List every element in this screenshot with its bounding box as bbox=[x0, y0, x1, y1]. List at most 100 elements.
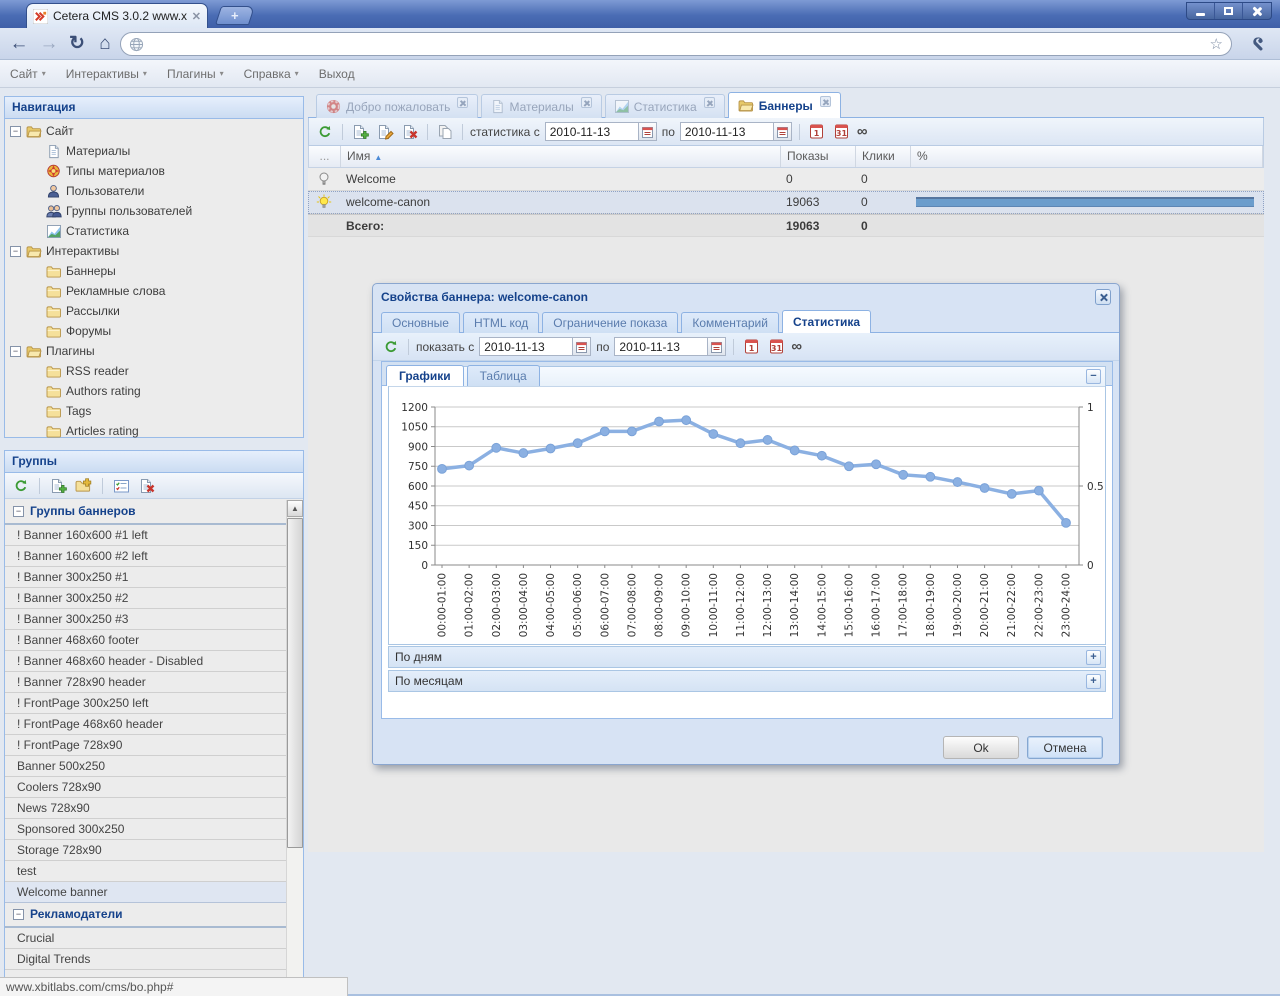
back-button[interactable]: ← bbox=[6, 31, 32, 57]
tree-leaf[interactable]: Authors rating bbox=[5, 381, 303, 401]
column-header-Показы[interactable]: Показы bbox=[781, 146, 856, 167]
tree-leaf[interactable]: Баннеры bbox=[5, 261, 303, 281]
add-button[interactable] bbox=[350, 122, 370, 142]
all-time-button[interactable]: ∞ bbox=[791, 339, 802, 354]
calendar-picker-icon[interactable] bbox=[639, 122, 657, 141]
expand-icon[interactable]: + bbox=[1086, 674, 1101, 689]
reload-button[interactable]: ↻ bbox=[64, 31, 90, 57]
table-row[interactable]: Welcome00 bbox=[308, 168, 1264, 191]
tab-Материалы[interactable]: Материалы bbox=[481, 94, 601, 118]
column-header-...[interactable]: ... bbox=[309, 146, 341, 167]
bookmark-star-icon[interactable]: ☆ bbox=[1210, 35, 1223, 53]
group-list-item[interactable]: News 728x90 bbox=[5, 798, 286, 819]
cancel-button[interactable]: Отмена bbox=[1027, 736, 1103, 759]
groups-scrollbar[interactable]: ▲ ▼ bbox=[286, 500, 303, 995]
date-to-input[interactable] bbox=[614, 337, 708, 356]
tree-node[interactable]: −Интерактивы bbox=[5, 241, 303, 261]
group-list-item[interactable]: Crucial bbox=[5, 928, 286, 949]
restore-button[interactable] bbox=[1215, 3, 1243, 19]
delete-button[interactable] bbox=[137, 476, 157, 496]
calendar-picker-icon[interactable] bbox=[708, 337, 726, 356]
group-list-item[interactable]: test bbox=[5, 861, 286, 882]
tree-leaf[interactable]: Пользователи bbox=[5, 181, 303, 201]
group-list-item[interactable]: Storage 728x90 bbox=[5, 840, 286, 861]
date-from-input[interactable] bbox=[545, 122, 639, 141]
last-day-button[interactable]: 31 bbox=[766, 337, 786, 357]
dialog-tab-Комментарий[interactable]: Комментарий bbox=[681, 312, 779, 333]
group-list-item[interactable]: Banner 500x250 bbox=[5, 756, 286, 777]
scrollbar-thumb[interactable] bbox=[287, 518, 303, 848]
dialog-close-icon[interactable] bbox=[1095, 289, 1111, 305]
tab-close-icon[interactable] bbox=[820, 96, 831, 107]
tree-collapse-icon[interactable]: − bbox=[10, 246, 21, 257]
group-section-header[interactable]: −Группы баннеров bbox=[5, 500, 286, 525]
menu-item-4[interactable]: Справка▾ bbox=[244, 67, 299, 81]
copy-button[interactable] bbox=[435, 122, 455, 142]
edit-button[interactable] bbox=[375, 122, 395, 142]
dialog-tab-Ограничение показа[interactable]: Ограничение показа bbox=[542, 312, 678, 333]
tab-Добро пожаловать[interactable]: Добро пожаловать bbox=[316, 94, 478, 118]
wrench-menu-button[interactable] bbox=[1248, 33, 1272, 55]
dialog-tab-HTML код[interactable]: HTML код bbox=[463, 312, 539, 333]
tree-leaf[interactable]: Форумы bbox=[5, 321, 303, 341]
expand-icon[interactable]: + bbox=[1086, 650, 1101, 665]
tree-leaf[interactable]: Рекламные слова bbox=[5, 281, 303, 301]
home-button[interactable]: ⌂ bbox=[92, 31, 118, 57]
last-day-button[interactable]: 31 bbox=[832, 122, 852, 142]
date-from-input[interactable] bbox=[479, 337, 573, 356]
group-list-item[interactable]: ! Banner 468x60 header - Disabled bbox=[5, 651, 286, 672]
group-list-item[interactable]: Welcome banner bbox=[5, 882, 286, 903]
column-header-Клики[interactable]: Клики bbox=[856, 146, 911, 167]
dialog-tab-Основные[interactable]: Основные bbox=[381, 312, 460, 333]
menu-item-2[interactable]: Интерактивы▾ bbox=[66, 67, 147, 81]
tree-node[interactable]: −Сайт bbox=[5, 121, 303, 141]
tree-leaf[interactable]: Articles rating bbox=[5, 421, 303, 441]
menu-item-3[interactable]: Плагины▾ bbox=[167, 67, 224, 81]
column-header-Имя[interactable]: Имя▲ bbox=[341, 146, 781, 167]
ok-button[interactable]: Ok bbox=[943, 736, 1019, 759]
group-list-item[interactable]: ! Banner 300x250 #3 bbox=[5, 609, 286, 630]
refresh-button[interactable] bbox=[381, 337, 401, 357]
tree-leaf[interactable]: Материалы bbox=[5, 141, 303, 161]
tree-leaf[interactable]: Типы материалов bbox=[5, 161, 303, 181]
collapse-icon[interactable]: − bbox=[1086, 369, 1101, 384]
refresh-button[interactable] bbox=[315, 122, 335, 142]
add-folder-button[interactable] bbox=[74, 476, 94, 496]
tree-collapse-icon[interactable]: − bbox=[10, 346, 21, 357]
group-list-item[interactable]: ! FrontPage 468x60 header bbox=[5, 714, 286, 735]
group-list-item[interactable]: ! Banner 728x90 header bbox=[5, 672, 286, 693]
dialog-subtab-Таблица[interactable]: Таблица bbox=[467, 365, 540, 386]
browser-tab-close-icon[interactable]: ✕ bbox=[192, 10, 201, 23]
days-panel-header[interactable]: По дням + bbox=[389, 647, 1105, 667]
first-day-button[interactable]: 1 bbox=[741, 337, 761, 357]
group-list-item[interactable]: ! Banner 160x600 #2 left bbox=[5, 546, 286, 567]
tree-leaf[interactable]: Tags bbox=[5, 401, 303, 421]
tree-leaf[interactable]: Группы пользователей bbox=[5, 201, 303, 221]
address-bar[interactable]: ☆ bbox=[120, 32, 1232, 56]
section-collapse-icon[interactable]: − bbox=[13, 506, 24, 517]
close-button[interactable] bbox=[1243, 3, 1271, 19]
months-panel-header[interactable]: По месяцам + bbox=[389, 671, 1105, 691]
dialog-header[interactable]: Свойства баннера: welcome-canon bbox=[373, 284, 1119, 310]
calendar-picker-icon[interactable] bbox=[573, 337, 591, 356]
tree-leaf[interactable]: RSS reader bbox=[5, 361, 303, 381]
tab-Баннеры[interactable]: Баннеры bbox=[728, 92, 841, 118]
column-header-%[interactable]: % bbox=[911, 146, 1263, 167]
add-banner-button[interactable] bbox=[48, 476, 68, 496]
minimize-button[interactable] bbox=[1187, 3, 1215, 19]
scroll-up-icon[interactable]: ▲ bbox=[287, 500, 303, 517]
checklist-button[interactable] bbox=[111, 476, 131, 496]
calendar-picker-icon[interactable] bbox=[774, 122, 792, 141]
group-list-item[interactable]: Digital Trends bbox=[5, 949, 286, 970]
refresh-button[interactable] bbox=[11, 476, 31, 496]
tree-leaf[interactable]: Статистика bbox=[5, 221, 303, 241]
tab-Статистика[interactable]: Статистика bbox=[605, 94, 725, 118]
dialog-subtab-Графики[interactable]: Графики bbox=[386, 365, 464, 386]
group-list-item[interactable]: ! Banner 468x60 footer bbox=[5, 630, 286, 651]
tree-collapse-icon[interactable]: − bbox=[10, 126, 21, 137]
tree-leaf[interactable]: Рассылки bbox=[5, 301, 303, 321]
group-list-item[interactable]: Coolers 728x90 bbox=[5, 777, 286, 798]
dialog-tab-Статистика[interactable]: Статистика bbox=[782, 310, 871, 333]
table-row[interactable]: welcome-canon190630 bbox=[308, 191, 1264, 214]
tab-close-icon[interactable] bbox=[457, 97, 468, 108]
